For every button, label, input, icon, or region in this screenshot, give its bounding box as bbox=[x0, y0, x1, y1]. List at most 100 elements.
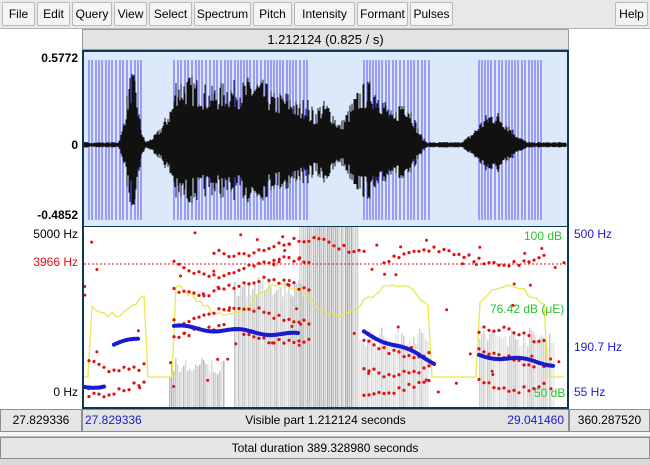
pitch-bottom-label: 55 Hz bbox=[574, 385, 606, 399]
formant-point bbox=[87, 359, 91, 363]
formant-point bbox=[177, 290, 181, 294]
formant-point bbox=[417, 249, 421, 253]
spectrogram-column bbox=[425, 339, 427, 407]
left-outer-time[interactable]: 27.829336 bbox=[0, 409, 82, 432]
spectrogram-column bbox=[303, 227, 305, 407]
spectrogram-column bbox=[361, 340, 363, 407]
formant-point bbox=[292, 281, 296, 285]
formant-point bbox=[528, 283, 532, 287]
spectrogram-column bbox=[491, 330, 493, 407]
formant-point bbox=[92, 359, 96, 364]
total-duration-bar[interactable]: Total duration 389.328980 seconds bbox=[0, 437, 650, 459]
formant-point bbox=[487, 328, 491, 332]
intensity-mid-label: 76.42 dB (μE) bbox=[490, 302, 565, 316]
formant-point bbox=[277, 260, 281, 264]
formant-point bbox=[532, 340, 536, 344]
spectrogram-column bbox=[205, 364, 207, 407]
formant-point bbox=[217, 248, 221, 252]
formant-point bbox=[298, 256, 302, 260]
formant-point bbox=[362, 338, 366, 342]
spectrogram-column bbox=[270, 285, 272, 407]
menu-pitch[interactable]: Pitch bbox=[253, 2, 292, 26]
formant-point bbox=[477, 330, 481, 334]
formant-point bbox=[317, 237, 321, 241]
formant-point bbox=[424, 378, 428, 382]
spectrogram-column bbox=[483, 330, 485, 407]
formant-point bbox=[117, 387, 121, 391]
menu-file[interactable]: File bbox=[2, 2, 35, 26]
formant-point bbox=[432, 245, 436, 249]
formant-point bbox=[478, 245, 482, 249]
spectrogram-column bbox=[397, 328, 399, 407]
formant-point bbox=[299, 322, 303, 326]
selection-duration-bar[interactable]: 1.212124 (0.825 / s) bbox=[82, 29, 569, 50]
formant-point bbox=[292, 340, 296, 345]
formant-point bbox=[247, 263, 251, 267]
formant-point bbox=[207, 274, 211, 278]
spectrogram-column bbox=[487, 340, 489, 407]
menu-view[interactable]: View bbox=[114, 2, 147, 26]
formant-point bbox=[237, 252, 241, 256]
formant-point bbox=[267, 261, 271, 265]
formant-point bbox=[422, 366, 426, 370]
formant-point bbox=[287, 255, 291, 260]
analysis-panel[interactable]: 100 dB 76.42 dB (μE) 50 dB bbox=[82, 50, 569, 409]
formant-point bbox=[201, 292, 205, 296]
menu-query[interactable]: Query bbox=[72, 2, 112, 26]
formant-point bbox=[387, 259, 391, 264]
formant-point bbox=[397, 350, 401, 354]
formant-point bbox=[537, 256, 541, 260]
menu-pulses[interactable]: Pulses bbox=[410, 2, 453, 26]
spectrogram-column bbox=[421, 332, 423, 407]
menu-formant[interactable]: Formant bbox=[357, 2, 408, 26]
spectrogram-column bbox=[282, 296, 284, 407]
formant-point bbox=[252, 281, 256, 285]
waveform-view[interactable] bbox=[84, 52, 567, 227]
freq-cursor-label: 3966 Hz bbox=[33, 255, 78, 269]
spectrogram-column bbox=[323, 227, 325, 407]
formant-point bbox=[102, 365, 106, 369]
spectrogram-column bbox=[189, 368, 191, 407]
formant-point bbox=[232, 254, 236, 258]
spectrogram-column bbox=[203, 360, 205, 407]
freq-top-label: 5000 Hz bbox=[33, 227, 78, 241]
formant-point bbox=[377, 390, 381, 395]
formant-point bbox=[402, 369, 406, 373]
spectrogram-view[interactable] bbox=[84, 227, 567, 407]
formant-point bbox=[517, 391, 521, 395]
formant-point bbox=[382, 391, 386, 396]
spectrogram-column bbox=[296, 283, 298, 407]
formant-point bbox=[327, 240, 331, 244]
menu-edit[interactable]: Edit bbox=[37, 2, 70, 26]
formant-point bbox=[282, 243, 286, 247]
formant-point bbox=[216, 357, 220, 361]
menu-select[interactable]: Select bbox=[149, 2, 192, 26]
spectrogram-column bbox=[240, 287, 242, 407]
formant-point bbox=[452, 253, 456, 257]
formant-point bbox=[282, 341, 286, 345]
right-outer-time[interactable]: 360.287520 bbox=[569, 409, 650, 432]
spectrogram-column bbox=[307, 227, 309, 407]
formant-point bbox=[383, 272, 387, 276]
formant-point bbox=[212, 311, 216, 315]
spectrogram-column bbox=[365, 346, 367, 407]
formant-point bbox=[237, 268, 241, 272]
menu-help[interactable]: Help bbox=[615, 2, 648, 26]
formant-point bbox=[302, 240, 306, 244]
spectrogram-column bbox=[207, 364, 209, 407]
formant-point bbox=[237, 306, 241, 311]
formant-point bbox=[540, 247, 544, 250]
visible-part-bar[interactable]: 27.829336 Visible part 1.212124 seconds … bbox=[82, 409, 569, 432]
menu-intensity[interactable]: Intensity bbox=[294, 2, 355, 26]
formant-point bbox=[382, 261, 386, 265]
spectrogram-column bbox=[185, 360, 187, 407]
formant-point bbox=[307, 239, 311, 243]
menu-spectrum[interactable]: Spectrum bbox=[194, 2, 251, 26]
formant-point bbox=[242, 332, 246, 336]
formant-point bbox=[527, 334, 531, 338]
formant-point bbox=[202, 272, 206, 276]
spectrogram-column bbox=[313, 227, 315, 407]
spectrogram-column bbox=[351, 227, 353, 407]
spectrogram-column bbox=[349, 227, 351, 407]
formant-point bbox=[132, 381, 136, 385]
